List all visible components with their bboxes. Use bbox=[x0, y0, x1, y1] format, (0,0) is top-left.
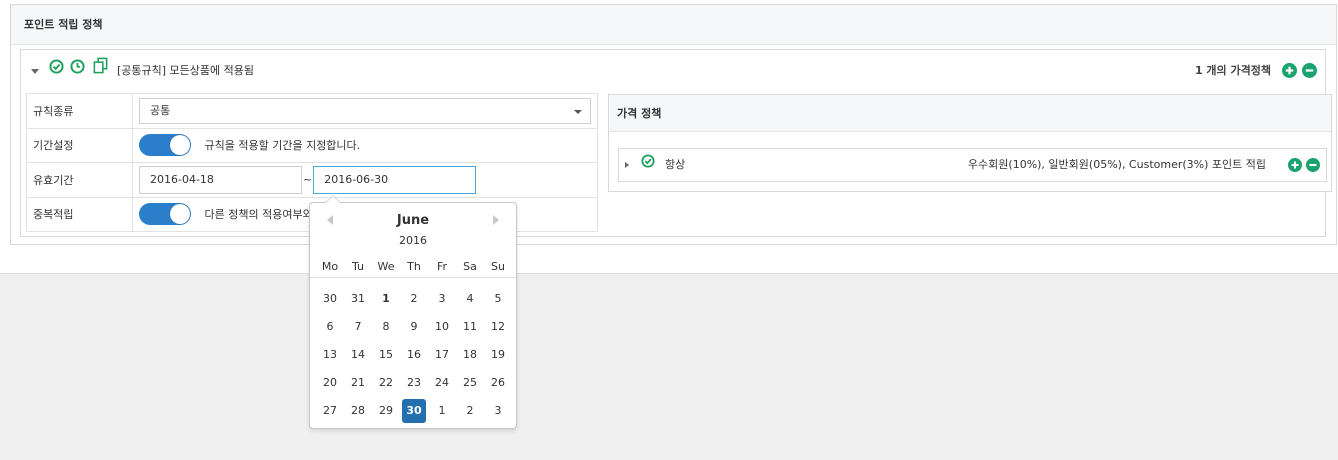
duplicate-description: 다른 정책의 적용여부와 bbox=[204, 208, 313, 222]
period-label: 기간설정 bbox=[26, 127, 133, 163]
add-rule-icon[interactable] bbox=[1281, 63, 1297, 78]
day-grid: 30 31 1 2 3 4 5 6 7 8 9 10 11 12 13 14 15 16 17 18 19 20 21 22 2… bbox=[316, 285, 512, 425]
weekday-label: Mo bbox=[321, 260, 339, 273]
weekday-label: Su bbox=[491, 260, 505, 273]
datepicker-divider bbox=[310, 277, 516, 278]
day-cell[interactable]: 14 bbox=[344, 341, 372, 369]
weekday-label: We bbox=[377, 260, 395, 273]
day-cell[interactable]: 11 bbox=[456, 313, 484, 341]
day-cell[interactable]: 27 bbox=[316, 397, 344, 425]
day-cell-selected[interactable]: 30 bbox=[402, 399, 426, 423]
day-cell[interactable]: 30 bbox=[316, 285, 344, 313]
point-policy-panel: 포인트 적립 정책 [공통규칙] 모든상품에 적용됨 1 개의 가격정책 규칙종… bbox=[10, 4, 1337, 245]
day-cell[interactable]: 24 bbox=[428, 369, 456, 397]
day-cell[interactable]: 31 bbox=[344, 285, 372, 313]
rule-header: [공통규칙] 모든상품에 적용됨 1 개의 가격정책 bbox=[21, 50, 1325, 92]
check-circle-icon[interactable] bbox=[640, 149, 655, 181]
date-separator: ~ bbox=[303, 173, 313, 187]
day-cell[interactable]: 18 bbox=[456, 341, 484, 369]
day-cell[interactable]: 13 bbox=[316, 341, 344, 369]
duplicate-label: 중복적립 bbox=[26, 196, 133, 232]
period-description: 규칙을 적용할 기간을 지정합니다. bbox=[204, 139, 361, 153]
form-row-valid-period: 유효기간 2016-04-18 ~2016-06-30 bbox=[26, 162, 598, 198]
toggle-knob bbox=[170, 204, 190, 225]
day-cell[interactable]: 6 bbox=[316, 313, 344, 341]
period-cell: 규칙을 적용할 기간을 지정합니다. bbox=[132, 127, 598, 163]
datepicker-month[interactable]: June bbox=[310, 213, 516, 228]
form-row-period: 기간설정 규칙을 적용할 기간을 지정합니다. bbox=[26, 127, 598, 163]
panel-title: 포인트 적립 정책 bbox=[11, 5, 1336, 45]
check-circle-icon[interactable] bbox=[48, 50, 64, 92]
day-cell[interactable]: 21 bbox=[344, 369, 372, 397]
price-policy-panel: 가격 정책 항상 우수회원(10%), 일반회원(05%), Customer(… bbox=[608, 94, 1332, 192]
price-row-label: 항상 bbox=[665, 158, 686, 171]
day-cell[interactable]: 23 bbox=[400, 369, 428, 397]
toggle-knob bbox=[170, 135, 190, 156]
day-cell[interactable]: 7 bbox=[344, 313, 372, 341]
rule-type-select[interactable]: 공통 bbox=[139, 97, 591, 124]
price-row-actions bbox=[1287, 158, 1320, 190]
day-cell[interactable]: 9 bbox=[400, 313, 428, 341]
remove-price-icon[interactable] bbox=[1306, 158, 1320, 172]
day-cell[interactable]: 20 bbox=[316, 369, 344, 397]
day-cell[interactable]: 5 bbox=[484, 285, 512, 313]
day-cell[interactable]: 16 bbox=[400, 341, 428, 369]
weekday-label: Tu bbox=[351, 260, 365, 273]
collapse-caret-icon[interactable] bbox=[31, 68, 39, 74]
day-cell[interactable]: 4 bbox=[456, 285, 484, 313]
day-cell[interactable]: 1 bbox=[428, 397, 456, 425]
valid-period-label: 유효기간 bbox=[26, 162, 133, 198]
day-cell[interactable]: 2 bbox=[456, 397, 484, 425]
day-cell[interactable]: 8 bbox=[372, 313, 400, 341]
price-row-description: 우수회원(10%), 일반회원(05%), Customer(3%) 포인트 적… bbox=[967, 158, 1266, 171]
day-cell[interactable]: 22 bbox=[372, 369, 400, 397]
rule-type-cell: 공통 bbox=[132, 93, 598, 129]
price-policy-count: 1 개의 가격정책 bbox=[1194, 64, 1271, 77]
day-cell[interactable]: 10 bbox=[428, 313, 456, 341]
rule-box: [공통규칙] 모든상품에 적용됨 1 개의 가격정책 규칙종류 공통 기간설정 bbox=[20, 49, 1332, 237]
add-price-icon[interactable] bbox=[1287, 158, 1302, 172]
copy-icon[interactable] bbox=[92, 50, 109, 92]
rule-type-label: 규칙종류 bbox=[26, 93, 133, 129]
popup-arrow-inner bbox=[326, 196, 340, 203]
day-cell[interactable]: 26 bbox=[484, 369, 512, 397]
datepicker-year[interactable]: 2016 bbox=[310, 234, 516, 247]
day-cell[interactable]: 3 bbox=[484, 397, 512, 425]
valid-period-cell: 2016-04-18 ~2016-06-30 bbox=[132, 162, 598, 198]
day-cell[interactable]: 17 bbox=[428, 341, 456, 369]
day-cell[interactable]: 3 bbox=[428, 285, 456, 313]
chevron-down-icon bbox=[574, 109, 582, 114]
price-policy-title: 가격 정책 bbox=[609, 95, 1331, 132]
duplicate-toggle[interactable] bbox=[139, 203, 191, 226]
day-cell[interactable]: 29 bbox=[372, 397, 400, 425]
weekday-label: Th bbox=[407, 260, 421, 273]
remove-rule-icon[interactable] bbox=[1302, 63, 1317, 78]
day-cell[interactable]: 15 bbox=[372, 341, 400, 369]
rule-type-value: 공통 bbox=[150, 103, 171, 117]
form-row-rule-type: 규칙종류 공통 bbox=[26, 93, 598, 129]
rule-title: [공통규칙] 모든상품에 적용됨 bbox=[117, 64, 255, 77]
day-cell[interactable]: 12 bbox=[484, 313, 512, 341]
start-date-input[interactable]: 2016-04-18 bbox=[139, 165, 302, 194]
day-cell[interactable]: 2 bbox=[400, 285, 428, 313]
day-cell[interactable]: 28 bbox=[344, 397, 372, 425]
day-cell[interactable]: 1 bbox=[372, 285, 400, 313]
price-policy-row[interactable]: 항상 우수회원(10%), 일반회원(05%), Customer(3%) 포인… bbox=[618, 148, 1327, 182]
weekday-label: Sa bbox=[463, 260, 477, 273]
expand-caret-icon[interactable] bbox=[625, 162, 629, 168]
end-date-input[interactable]: 2016-06-30 bbox=[313, 165, 477, 194]
period-toggle[interactable] bbox=[139, 134, 191, 157]
day-cell[interactable]: 25 bbox=[456, 369, 484, 397]
weekday-label: Fr bbox=[436, 260, 448, 273]
clock-icon[interactable] bbox=[70, 50, 85, 92]
day-cell[interactable]: 19 bbox=[484, 341, 512, 369]
datepicker-popup: June 2016 Mo Tu We Th Fr Sa Su 30 31 1 2 3 4 5 6 7 8 9 10… bbox=[309, 195, 517, 429]
weekday-header: Mo Tu We Th Fr Sa Su bbox=[316, 257, 512, 277]
